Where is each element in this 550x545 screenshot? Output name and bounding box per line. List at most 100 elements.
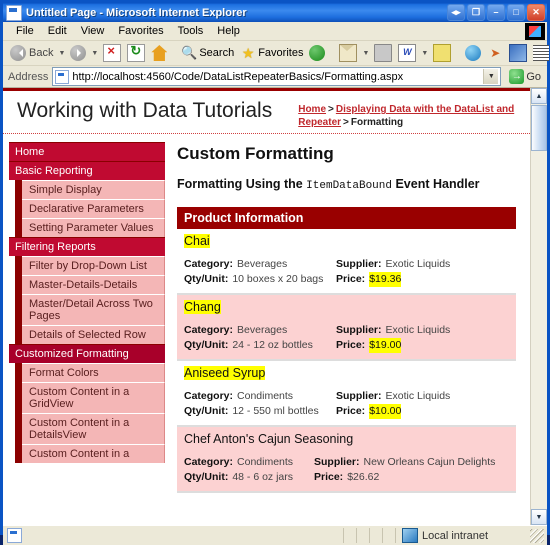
price-label: Price: bbox=[336, 405, 366, 417]
favorites-label: Favorites bbox=[258, 47, 304, 59]
menu-edit[interactable]: Edit bbox=[41, 24, 74, 38]
media-button[interactable] bbox=[306, 42, 328, 64]
sidebar-item-master-details-details[interactable]: Master-Details-Details bbox=[22, 275, 165, 294]
address-label: Address bbox=[8, 70, 49, 83]
qty-label: Qty/Unit: bbox=[184, 471, 229, 483]
menu-help[interactable]: Help bbox=[210, 24, 247, 38]
product-field-row: Qty/Unit: 10 boxes x 20 bags Price: $19.… bbox=[184, 272, 509, 287]
product-row: Chai Category: Beverages Supplier: Exoti… bbox=[177, 229, 516, 295]
sidebar-item-customized-formatting[interactable]: Customized Formatting bbox=[9, 344, 165, 363]
price-value: $10.00 bbox=[369, 404, 402, 419]
supplier-value: New Orleans Cajun Delights bbox=[363, 456, 496, 468]
forward-button[interactable] bbox=[67, 42, 89, 64]
section-heading-code: ItemDataBound bbox=[306, 180, 392, 192]
category-cell: Category: Beverages bbox=[184, 257, 336, 272]
menu-view[interactable]: View bbox=[74, 24, 112, 38]
price-cell: Price: $10.00 bbox=[336, 404, 402, 419]
favorites-button[interactable]: ★ Favorites bbox=[237, 42, 306, 64]
chevron-down-icon[interactable]: ▼ bbox=[483, 69, 499, 84]
menu-file[interactable]: File bbox=[9, 24, 41, 38]
status-notch bbox=[356, 528, 369, 543]
supplier-cell: Supplier: Exotic Liquids bbox=[336, 323, 450, 338]
price-value: $26.62 bbox=[347, 471, 380, 483]
security-zone[interactable]: Local intranet bbox=[395, 528, 530, 543]
restore-group-button[interactable]: ◂▸ bbox=[447, 4, 465, 21]
sidebar-item-master-detail-across-two-pages[interactable]: Master/Detail Across Two Pages bbox=[22, 294, 165, 325]
qty-cell: Qty/Unit: 12 - 550 ml bottles bbox=[184, 404, 336, 419]
bird-button[interactable]: ➤ bbox=[484, 42, 506, 64]
sidebar-item-details-of-selected-row[interactable]: Details of Selected Row bbox=[22, 325, 165, 344]
window-title: Untitled Page - Microsoft Internet Explo… bbox=[26, 6, 247, 19]
price-value: $19.36 bbox=[369, 272, 402, 287]
print-button[interactable] bbox=[371, 42, 395, 64]
sidebar-item-home[interactable]: Home bbox=[9, 142, 165, 161]
discuss-button[interactable] bbox=[430, 42, 454, 64]
encoding-button[interactable] bbox=[530, 42, 550, 64]
sidebar-item-simple-display[interactable]: Simple Display bbox=[22, 180, 165, 199]
category-value: Condiments bbox=[237, 456, 294, 468]
scrollbar-thumb[interactable] bbox=[531, 105, 547, 151]
scroll-up-button[interactable]: ▲ bbox=[531, 88, 547, 104]
vertical-scrollbar[interactable]: ▲ ▼ bbox=[530, 88, 547, 525]
category-label: Category: bbox=[184, 456, 234, 468]
home-button[interactable] bbox=[148, 42, 170, 64]
qty-value: 10 boxes x 20 bags bbox=[232, 273, 324, 285]
sidebar-item-basic-reporting[interactable]: Basic Reporting bbox=[9, 161, 165, 180]
supplier-value: Exotic Liquids bbox=[385, 324, 451, 336]
qty-label: Qty/Unit: bbox=[184, 339, 229, 351]
edit-button[interactable]: W bbox=[395, 42, 419, 64]
close-button[interactable]: ✕ bbox=[527, 4, 545, 21]
notes-icon bbox=[433, 44, 452, 62]
back-button[interactable]: Back bbox=[7, 42, 56, 64]
go-label: Go bbox=[526, 70, 541, 83]
sidebar-item-format-colors[interactable]: Format Colors bbox=[22, 363, 165, 382]
sidebar-item-filter-by-drop-down-list[interactable]: Filter by Drop-Down List bbox=[22, 256, 165, 275]
section-heading-before: Formatting Using the bbox=[177, 177, 307, 191]
category-value: Beverages bbox=[237, 324, 288, 336]
stop-button[interactable] bbox=[100, 42, 124, 64]
menu-favorites[interactable]: Favorites bbox=[111, 24, 170, 38]
maximize-button[interactable]: □ bbox=[507, 4, 525, 21]
messenger-button[interactable] bbox=[506, 42, 530, 64]
forward-dropdown-icon[interactable]: ▼ bbox=[89, 50, 100, 57]
product-field-row: Category: Condiments Supplier: New Orlea… bbox=[184, 455, 509, 470]
qty-cell: Qty/Unit: 10 boxes x 20 bags bbox=[184, 272, 336, 287]
category-value: Condiments bbox=[237, 390, 294, 402]
go-button[interactable]: → Go bbox=[505, 69, 545, 84]
status-notch bbox=[382, 528, 395, 543]
minimize-button[interactable]: – bbox=[487, 4, 505, 21]
status-notch bbox=[343, 528, 356, 543]
product-fields: Category: Beverages Supplier: Exotic Liq… bbox=[184, 257, 509, 287]
category-label: Category: bbox=[184, 258, 234, 270]
site-title: Working with Data Tutorials bbox=[17, 99, 273, 122]
toolbar: Back ▼ ▼ 🔍 Search ★ Favorites bbox=[3, 41, 550, 66]
globe-button[interactable] bbox=[462, 42, 484, 64]
sidebar-item-setting-parameter-values[interactable]: Setting Parameter Values bbox=[22, 218, 165, 237]
supplier-label: Supplier: bbox=[336, 324, 382, 336]
restore-window-button[interactable]: ❐ bbox=[467, 4, 485, 21]
address-input[interactable]: http://localhost:4560/Code/DataListRepea… bbox=[52, 67, 502, 86]
search-button[interactable]: 🔍 Search bbox=[178, 42, 237, 64]
sidebar-item-declarative-parameters[interactable]: Declarative Parameters bbox=[22, 199, 165, 218]
resize-grip[interactable] bbox=[530, 528, 544, 543]
sidebar-item-custom-content-in-a-gridview[interactable]: Custom Content in a GridView bbox=[22, 382, 165, 413]
menu-tools[interactable]: Tools bbox=[171, 24, 211, 38]
back-dropdown-icon[interactable]: ▼ bbox=[56, 50, 67, 57]
refresh-button[interactable] bbox=[124, 42, 148, 64]
sidebar-item-custom-content-in-a-detailsview[interactable]: Custom Content in a DetailsView bbox=[22, 413, 165, 444]
home-icon bbox=[151, 45, 168, 61]
section-heading-after: Event Handler bbox=[392, 177, 480, 191]
scroll-down-button[interactable]: ▼ bbox=[531, 509, 547, 525]
breadcrumb-home-link[interactable]: Home bbox=[298, 104, 326, 115]
supplier-label: Supplier: bbox=[336, 390, 382, 402]
sidebar-item-filtering-reports[interactable]: Filtering Reports bbox=[9, 237, 165, 256]
go-arrow-icon: → bbox=[509, 69, 525, 84]
edit-dropdown-icon[interactable]: ▼ bbox=[419, 50, 430, 57]
price-cell: Price: $26.62 bbox=[314, 470, 379, 485]
qty-value: 12 - 550 ml bottles bbox=[232, 405, 319, 417]
mail-dropdown-icon[interactable]: ▼ bbox=[360, 50, 371, 57]
address-url: http://localhost:4560/Code/DataListRepea… bbox=[72, 70, 404, 83]
sidebar-item-custom-content-in-a[interactable]: Custom Content in a bbox=[22, 444, 165, 463]
price-value: $19.00 bbox=[369, 338, 402, 353]
mail-button[interactable] bbox=[336, 42, 360, 64]
